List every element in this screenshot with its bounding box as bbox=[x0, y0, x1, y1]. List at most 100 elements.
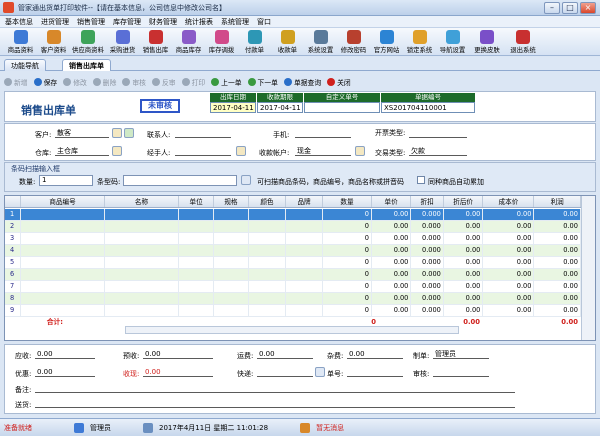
doc-action-button[interactable]: 上一单 bbox=[211, 77, 242, 87]
table-cell[interactable] bbox=[105, 269, 180, 280]
table-cell[interactable] bbox=[286, 245, 324, 256]
auto-accumulate-checkbox[interactable] bbox=[417, 176, 425, 184]
express-field[interactable] bbox=[257, 368, 313, 377]
table-cell[interactable]: 0.00 bbox=[534, 209, 581, 220]
column-header[interactable]: 规格 bbox=[214, 196, 249, 207]
table-cell[interactable] bbox=[105, 257, 180, 268]
table-cell[interactable]: 0 bbox=[323, 269, 372, 280]
table-cell[interactable] bbox=[249, 233, 286, 244]
table-cell[interactable] bbox=[179, 281, 214, 292]
table-cell[interactable]: 0.000 bbox=[411, 257, 444, 268]
table-cell[interactable] bbox=[249, 281, 286, 292]
table-cell[interactable]: 0.00 bbox=[372, 281, 412, 292]
table-row[interactable]: 1 0 0.00 0.000 0.00 0.00 0.00 bbox=[5, 209, 581, 221]
discount-field[interactable]: 0.00 bbox=[35, 368, 95, 377]
table-cell[interactable]: 0.00 bbox=[483, 209, 535, 220]
table-cell[interactable]: 2 bbox=[5, 221, 22, 232]
table-cell[interactable] bbox=[105, 233, 180, 244]
table-cell[interactable]: 0.000 bbox=[411, 305, 444, 316]
column-header[interactable]: 品牌 bbox=[286, 196, 324, 207]
table-cell[interactable]: 0 bbox=[323, 293, 372, 304]
table-cell[interactable]: 0.00 bbox=[444, 305, 484, 316]
table-cell[interactable]: 0 bbox=[323, 281, 372, 292]
toolbar-button[interactable]: 客户资料 bbox=[37, 28, 70, 56]
trade-type-field[interactable]: 欠款 bbox=[409, 147, 467, 156]
prepaid-field[interactable]: 0.00 bbox=[143, 350, 213, 359]
delivery-address-field[interactable] bbox=[35, 399, 515, 408]
table-cell[interactable]: 0.00 bbox=[372, 245, 412, 256]
column-header[interactable]: 单位 bbox=[179, 196, 214, 207]
toolbar-button[interactable]: 销售出库 bbox=[139, 28, 172, 56]
handler-lookup-icon[interactable] bbox=[236, 146, 246, 156]
table-cell[interactable] bbox=[214, 245, 249, 256]
table-cell[interactable]: 0.00 bbox=[534, 269, 581, 280]
table-cell[interactable]: 0.00 bbox=[483, 221, 535, 232]
doc-action-button[interactable]: 保存 bbox=[33, 77, 57, 87]
add-customer-icon[interactable] bbox=[124, 128, 134, 138]
table-cell[interactable]: 0.00 bbox=[483, 245, 535, 256]
tracking-field[interactable] bbox=[347, 368, 403, 377]
table-cell[interactable]: 0.00 bbox=[534, 281, 581, 292]
account-field[interactable]: 现金 bbox=[295, 147, 351, 156]
table-cell[interactable]: 0.000 bbox=[411, 209, 444, 220]
table-cell[interactable] bbox=[214, 233, 249, 244]
table-cell[interactable] bbox=[286, 269, 324, 280]
receivable-field[interactable]: 0.00 bbox=[35, 350, 95, 359]
toolbar-button[interactable]: 系统设置 bbox=[304, 28, 337, 56]
table-cell[interactable]: 0.00 bbox=[483, 257, 535, 268]
table-cell[interactable]: 0.00 bbox=[372, 221, 412, 232]
table-cell[interactable]: 0.00 bbox=[534, 305, 581, 316]
table-cell[interactable] bbox=[21, 305, 105, 316]
doc-action-button[interactable]: 新增 bbox=[4, 77, 28, 87]
table-cell[interactable]: 0.000 bbox=[411, 245, 444, 256]
tab-sales-outbound[interactable]: 销售出库单 bbox=[62, 59, 111, 71]
menu-item[interactable]: 基本信息 bbox=[5, 16, 33, 27]
menu-item[interactable]: 窗口 bbox=[257, 16, 271, 27]
menu-item[interactable]: 库存管理 bbox=[113, 16, 141, 27]
scan-qty-input[interactable]: 1 bbox=[39, 175, 93, 186]
toolbar-button[interactable]: 商品资料 bbox=[4, 28, 37, 56]
table-cell[interactable]: 0.00 bbox=[483, 281, 535, 292]
customer-field[interactable]: 散客 bbox=[55, 129, 109, 138]
table-cell[interactable]: 0.00 bbox=[534, 221, 581, 232]
column-header[interactable]: 商品编号 bbox=[21, 196, 105, 207]
column-header[interactable]: 数量 bbox=[323, 196, 372, 207]
table-cell[interactable] bbox=[249, 209, 286, 220]
table-cell[interactable] bbox=[21, 257, 105, 268]
toolbar-button[interactable]: 收款单 bbox=[271, 28, 304, 56]
maximize-button[interactable]: □ bbox=[562, 2, 578, 14]
table-cell[interactable] bbox=[286, 221, 324, 232]
table-cell[interactable] bbox=[214, 281, 249, 292]
doc-action-button[interactable]: 单据查询 bbox=[283, 77, 321, 87]
freight-field[interactable]: 0.00 bbox=[257, 350, 313, 359]
menu-item[interactable]: 统计报表 bbox=[185, 16, 213, 27]
toolbar-button[interactable]: 更换皮肤 bbox=[469, 28, 505, 56]
table-cell[interactable] bbox=[105, 221, 180, 232]
menu-item[interactable]: 系统管理 bbox=[221, 16, 249, 27]
toolbar-button[interactable]: 供应商资料 bbox=[70, 28, 106, 56]
toolbar-button[interactable]: 导航设置 bbox=[436, 28, 469, 56]
table-cell[interactable] bbox=[249, 269, 286, 280]
column-header[interactable]: 颜色 bbox=[249, 196, 286, 207]
toolbar-button[interactable]: 修改密码 bbox=[337, 28, 370, 56]
table-cell[interactable]: 8 bbox=[5, 293, 22, 304]
search-icon[interactable] bbox=[241, 175, 251, 185]
table-cell[interactable]: 0.00 bbox=[444, 293, 484, 304]
table-cell[interactable]: 4 bbox=[5, 245, 22, 256]
table-cell[interactable]: 3 bbox=[5, 233, 22, 244]
table-cell[interactable] bbox=[21, 269, 105, 280]
warehouse-lookup-icon[interactable] bbox=[112, 146, 122, 156]
account-lookup-icon[interactable] bbox=[355, 146, 365, 156]
table-cell[interactable] bbox=[214, 305, 249, 316]
table-cell[interactable] bbox=[214, 257, 249, 268]
table-cell[interactable]: 0.000 bbox=[411, 221, 444, 232]
table-cell[interactable] bbox=[105, 293, 180, 304]
table-cell[interactable]: 0.000 bbox=[411, 293, 444, 304]
table-cell[interactable]: 0.00 bbox=[372, 293, 412, 304]
table-cell[interactable]: 0 bbox=[323, 257, 372, 268]
invoice-type-field[interactable] bbox=[409, 129, 467, 138]
table-row[interactable]: 8 0 0.00 0.000 0.00 0.00 0.00 bbox=[5, 293, 581, 305]
table-cell[interactable] bbox=[286, 233, 324, 244]
table-cell[interactable]: 0.00 bbox=[483, 293, 535, 304]
toolbar-button[interactable]: 付款单 bbox=[238, 28, 271, 56]
